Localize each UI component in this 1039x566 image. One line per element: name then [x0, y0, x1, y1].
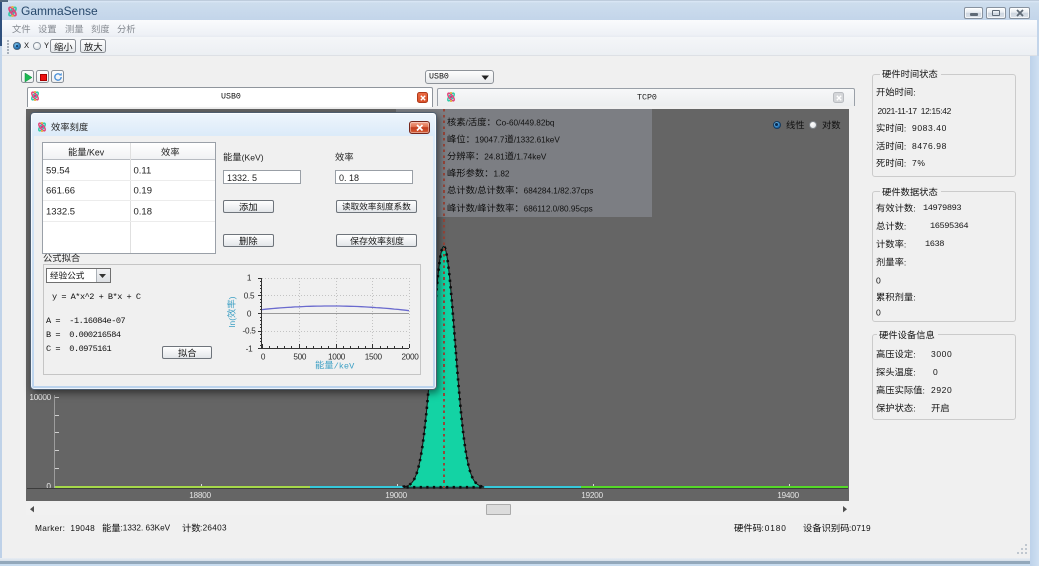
svg-text:/1.74keV: /1.74keV	[514, 152, 547, 161]
svg-text:/1332.61keV: /1332.61keV	[514, 135, 561, 144]
svg-text::: :	[913, 403, 915, 413]
svg-text:686112.0/80.95cps: 686112.0/80.95cps	[524, 204, 593, 213]
svg-text::: :	[923, 385, 925, 395]
svg-text:0: 0	[876, 275, 881, 285]
svg-text:684284.1/82.37cps: 684284.1/82.37cps	[524, 186, 594, 195]
svg-text:24.81: 24.81	[484, 152, 505, 161]
svg-text:/Kev: /Kev	[86, 147, 104, 157]
svg-text::: :	[913, 292, 915, 302]
svg-text::: :	[913, 87, 915, 97]
svg-text::: :	[904, 123, 906, 133]
svg-text::: :	[913, 349, 915, 359]
svg-text::: :	[913, 203, 915, 213]
svg-text:ln(: ln(	[226, 318, 236, 328]
svg-text:Co-60/449.82bq: Co-60/449.82bq	[496, 118, 555, 127]
svg-text::: :	[904, 221, 906, 231]
svg-text:/keV: /keV	[334, 361, 355, 371]
svg-text:0: 0	[876, 307, 881, 317]
svg-text::: :	[904, 158, 906, 168]
svg-text:/: /	[475, 204, 478, 213]
svg-text:19047.7: 19047.7	[475, 135, 505, 144]
svg-text:): )	[226, 296, 236, 299]
svg-text:/: /	[475, 186, 478, 195]
svg-text::: :	[904, 257, 906, 267]
svg-text::: :	[913, 367, 915, 377]
svg-text:/: /	[466, 118, 469, 127]
svg-text:(KeV): (KeV)	[241, 152, 263, 162]
svg-text::: :	[904, 141, 906, 151]
svg-text::: :	[904, 239, 906, 249]
svg-text:1.82: 1.82	[494, 169, 510, 178]
